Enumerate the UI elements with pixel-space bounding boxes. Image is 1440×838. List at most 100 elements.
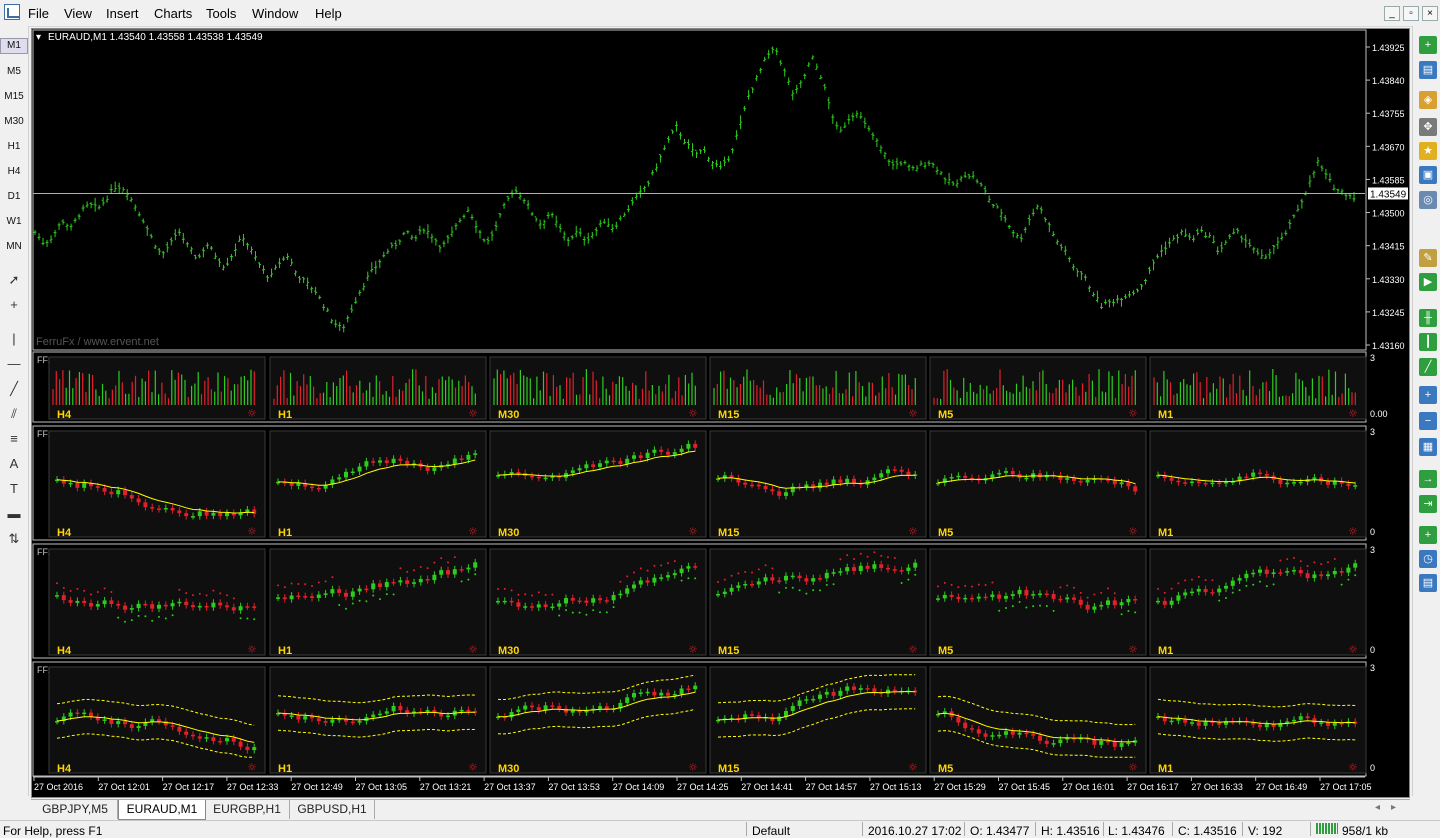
chart-window[interactable]: ▾ EURAUD,M1 1.43540 1.43558 1.43538 1.43…	[31, 28, 1410, 798]
periods-icon[interactable]: ◷	[1419, 550, 1437, 568]
candle-body	[990, 594, 995, 598]
sar-dot	[185, 592, 188, 595]
sar-dot	[859, 552, 862, 555]
autotrading-icon[interactable]: ▶	[1419, 273, 1437, 291]
candle-body	[672, 573, 677, 576]
timeframe-box-frame	[489, 666, 707, 774]
channel-icon[interactable]: ⫽	[6, 406, 22, 422]
panel-scale-top: 3	[1370, 545, 1375, 555]
restore-button[interactable]: ▫	[1403, 6, 1419, 21]
text-label-icon[interactable]: T	[6, 481, 22, 497]
timeframe-d1[interactable]: D1	[0, 191, 28, 202]
time-label: 27 Oct 12:01	[98, 782, 150, 792]
candle-body	[523, 606, 528, 608]
text-icon[interactable]: A	[6, 456, 22, 472]
tab-scroll-left-icon[interactable]: ◂	[1375, 802, 1380, 813]
strategy-tester-icon[interactable]: ◎	[1419, 191, 1437, 209]
candle-body	[310, 596, 314, 599]
timeframe-mn[interactable]: MN	[0, 241, 28, 252]
candle-body	[736, 585, 741, 588]
timeframe-h4[interactable]: H4	[0, 166, 28, 177]
tab-gbpjpy-m5[interactable]: GBPJPY,M5	[33, 800, 118, 819]
profiles-icon[interactable]: ▤	[1419, 61, 1437, 79]
candlestick-icon[interactable]: ┃	[1419, 333, 1437, 351]
menu-window[interactable]: Window	[252, 6, 298, 21]
timeframe-h1[interactable]: H1	[0, 141, 28, 152]
sar-dot	[226, 594, 228, 597]
close-button[interactable]: ×	[1422, 6, 1438, 21]
candle-body	[604, 706, 609, 709]
candle-body	[337, 477, 342, 480]
fibonacci-icon[interactable]: ≡	[6, 431, 22, 447]
cursor-icon[interactable]: ➚	[6, 272, 22, 288]
crosshair-icon[interactable]: +	[6, 297, 22, 313]
time-label: 27 Oct 15:13	[870, 782, 922, 792]
candle-body	[459, 569, 464, 571]
candle-body	[956, 716, 961, 723]
menu-tools[interactable]: Tools	[206, 6, 236, 21]
new-chart-icon[interactable]: +	[1419, 36, 1437, 54]
timeframe-m30[interactable]: M30	[0, 116, 28, 127]
menu-insert[interactable]: Insert	[106, 6, 139, 21]
sar-dot	[158, 615, 160, 618]
zoom-out-icon[interactable]: −	[1419, 412, 1437, 430]
timeframe-label: M1	[1158, 409, 1173, 421]
sar-dot	[69, 589, 72, 592]
terminal-icon[interactable]: ▣	[1419, 166, 1437, 184]
tab-eurgbp-h1[interactable]: EURGBP,H1	[205, 800, 290, 819]
trendline-icon[interactable]: ╱	[6, 381, 22, 397]
tab-scroll-right-icon[interactable]: ▸	[1391, 802, 1396, 813]
timeframe-m5[interactable]: M5	[0, 66, 28, 77]
timeframe-m15[interactable]: M15	[0, 91, 28, 102]
timeframe-m1[interactable]: M1	[0, 38, 28, 54]
tab-gbpusd-h1[interactable]: GBPUSD,H1	[290, 800, 375, 819]
indicators-icon[interactable]: +	[1419, 526, 1437, 544]
price-label: 1.43840	[1372, 76, 1405, 86]
tile-windows-icon[interactable]: ▦	[1419, 438, 1437, 456]
rectangle-icon[interactable]: ▬	[6, 506, 22, 522]
zoom-in-icon[interactable]: +	[1419, 386, 1437, 404]
timeframe-w1[interactable]: W1	[0, 216, 28, 227]
chart-tabs: GBPJPY,M5 EURAUD,M1 EURGBP,H1 GBPUSD,H1 …	[31, 799, 1410, 820]
tab-euraud-m1[interactable]: EURAUD,M1	[118, 800, 206, 820]
auto-scroll-icon[interactable]: →	[1419, 470, 1437, 488]
panel-scale-top: 3	[1370, 353, 1375, 363]
menu-charts[interactable]: Charts	[154, 6, 192, 21]
meta-editor-icon[interactable]: ✎	[1419, 249, 1437, 267]
chart-canvas[interactable]: ▾ EURAUD,M1 1.43540 1.43558 1.43538 1.43…	[32, 29, 1409, 797]
candle-body	[1176, 595, 1181, 601]
bar-chart-icon[interactable]: ╫	[1419, 309, 1437, 327]
candle-body	[323, 593, 328, 595]
sar-dot	[964, 584, 967, 587]
templates-icon[interactable]: ▤	[1419, 574, 1437, 592]
sar-dot	[900, 582, 903, 585]
menu-file[interactable]: File	[28, 6, 49, 21]
timeframe-box-frame	[48, 548, 266, 656]
right-toolbar: + ▤ ◈ ✥ ★ ▣ ◎ ✎ ▶ ╫ ┃ ╱ + − ▦ → ⇥ + ◷ ▤	[1412, 26, 1440, 796]
chart-shift-icon[interactable]: ⇥	[1419, 495, 1437, 513]
app-icon[interactable]	[4, 4, 20, 20]
navigator-icon[interactable]: ★	[1419, 142, 1437, 160]
timeframe-label: M30	[498, 645, 519, 657]
arrows-icon[interactable]: ⇅	[6, 531, 22, 547]
candle-body	[330, 719, 335, 723]
candle-body	[1065, 597, 1070, 600]
status-profile[interactable]: Default	[752, 824, 790, 838]
menu-help[interactable]: Help	[315, 6, 342, 21]
horizontal-line-icon[interactable]: —	[6, 356, 22, 372]
candle-body	[129, 724, 134, 729]
candle-body	[384, 711, 389, 714]
data-window-icon[interactable]: ✥	[1419, 118, 1437, 136]
candle-body	[68, 712, 73, 717]
price-label: 1.43330	[1372, 275, 1405, 285]
line-chart-icon[interactable]: ╱	[1419, 358, 1437, 376]
price-label: 1.43670	[1372, 142, 1405, 152]
market-watch-icon[interactable]: ◈	[1419, 91, 1437, 109]
timeframe-box: H1 ☼	[269, 430, 487, 539]
bug-icon: ☼	[908, 525, 918, 538]
vertical-line-icon[interactable]: |	[6, 331, 22, 347]
candle-body	[303, 596, 308, 598]
connection-icon[interactable]	[1316, 823, 1338, 834]
minimize-button[interactable]: _	[1384, 6, 1400, 21]
menu-view[interactable]: View	[64, 6, 92, 21]
